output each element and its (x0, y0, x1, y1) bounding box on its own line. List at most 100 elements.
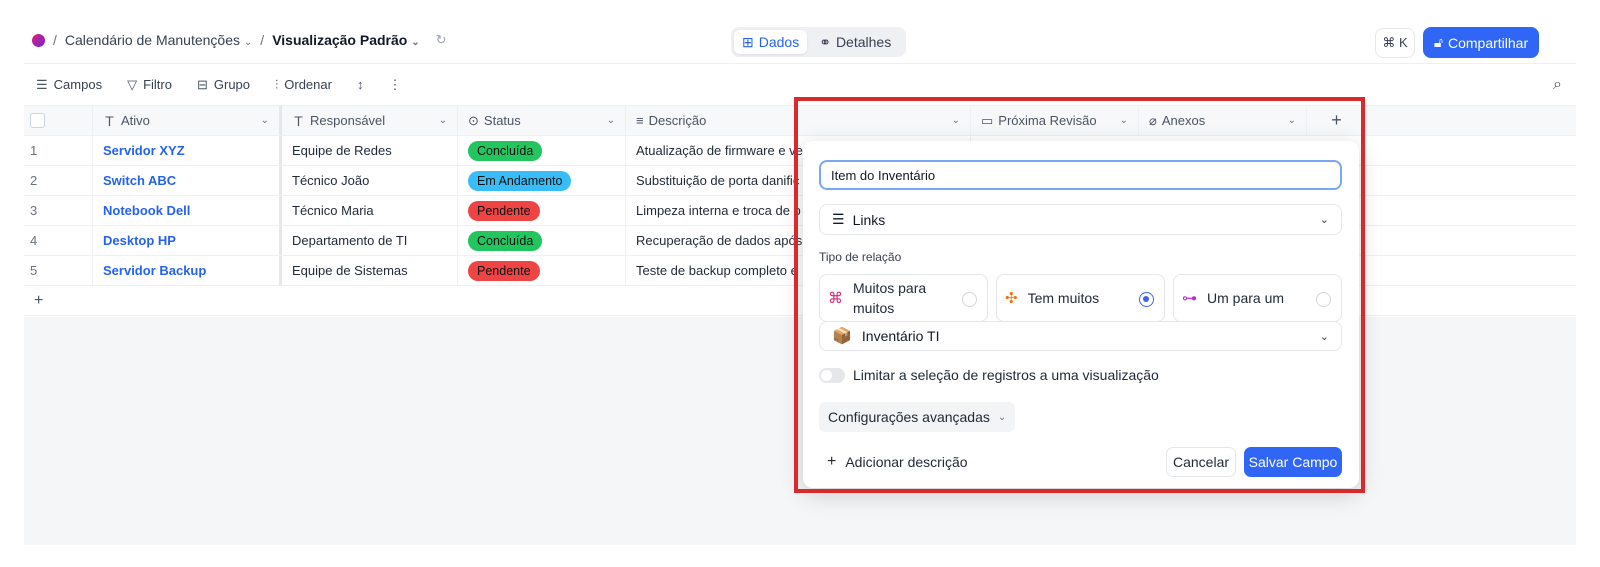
asset-link[interactable]: Notebook Dell (103, 203, 190, 218)
asset-link[interactable]: Desktop HP (103, 233, 176, 248)
relation-option-label: Muitos para muitos (853, 280, 927, 316)
chevron-down-icon: ⌄ (997, 411, 1007, 423)
view-toolbar: ☰ Campos ▽ Filtro ⊟ Grupo ⫶ Ordenar ↕ ⋮ (24, 64, 1576, 106)
filter-button[interactable]: ▽ Filtro (127, 77, 172, 93)
text-type-icon: Ｔ (103, 114, 117, 129)
relation-option-one-to-one[interactable]: ⊶ Um para um (1173, 274, 1342, 322)
breadcrumb-view[interactable]: Visualização Padrão ⌄ (272, 32, 419, 48)
add-column-button[interactable]: + (1307, 106, 1367, 135)
advanced-settings-button[interactable]: Configurações avançadas ⌄ (819, 402, 1016, 432)
status-badge: Concluída (468, 230, 543, 251)
breadcrumb-table[interactable]: Calendário de Manutenções ⌄ (65, 32, 252, 48)
column-header-label: Próxima Revisão (998, 113, 1097, 128)
view-toggle: ⊞ Dados ⚭ Detalhes (731, 27, 906, 57)
field-name-input[interactable] (819, 160, 1342, 190)
field-type-select[interactable]: ☰ Links ⌄ (819, 204, 1342, 235)
chevron-down-icon[interactable]: ⌄ (607, 115, 615, 126)
column-header-next-review[interactable]: ▭ Próxima Revisão ⌄ (971, 106, 1139, 135)
responsible-cell[interactable]: Técnico Maria (282, 196, 458, 225)
status-cell[interactable]: Pendente (458, 196, 626, 225)
field-config-modal: ☰ Links ⌄ Tipo de relação ⌘ Muitos para … (803, 141, 1359, 488)
asset-cell[interactable]: Servidor XYZ (93, 136, 282, 165)
status-cell[interactable]: Concluída (458, 136, 626, 165)
status-cell[interactable]: Concluída (458, 226, 626, 255)
status-badge: Em Andamento (468, 170, 572, 191)
asset-cell[interactable]: Servidor Backup (93, 256, 282, 285)
select-all-cell (24, 106, 93, 135)
asset-cell[interactable]: Desktop HP (93, 226, 282, 255)
more-options-button[interactable]: ⋮ (388, 77, 401, 93)
relation-option-has-many[interactable]: ✣ Tem muitos (996, 274, 1165, 322)
share-button[interactable]: 🔓︎ Compartilhar (1423, 27, 1539, 58)
column-header-asset[interactable]: Ｔ Ativo ⌄ (93, 106, 282, 135)
status-type-icon: ⊙ (468, 112, 479, 128)
limit-view-label: Limitar a seleção de registros a uma vis… (853, 367, 1159, 383)
limit-view-toggle[interactable] (819, 367, 845, 383)
responsible-cell[interactable]: Departamento de TI (282, 226, 458, 255)
chevron-down-icon[interactable]: ⌄ (1120, 115, 1128, 126)
sort-button[interactable]: ⫶ Ordenar (275, 77, 332, 93)
status-badge: Pendente (468, 260, 540, 281)
asset-cell[interactable]: Notebook Dell (93, 196, 282, 225)
save-field-button[interactable]: Salvar Campo (1244, 447, 1342, 477)
linked-table-select[interactable]: 📦 Inventário TI ⌄ (819, 321, 1342, 351)
status-cell[interactable]: Pendente (458, 256, 626, 285)
row-number: 4 (24, 226, 93, 255)
status-cell[interactable]: Em Andamento (458, 166, 626, 195)
tab-data[interactable]: ⊞ Dados (734, 30, 808, 54)
asset-link[interactable]: Servidor Backup (103, 263, 206, 278)
column-header-description[interactable]: ≡ Descrição ⌄ (626, 106, 971, 135)
row-height-icon: ↕ (356, 77, 364, 92)
asset-link[interactable]: Switch ABC (103, 173, 176, 188)
asset-link[interactable]: Servidor XYZ (103, 143, 185, 158)
chevron-down-icon[interactable]: ⌄ (439, 115, 447, 126)
column-header-label: Responsável (310, 113, 386, 128)
relation-type-label: Tipo de relação (819, 250, 902, 264)
asset-cell[interactable]: Switch ABC (93, 166, 282, 195)
fields-label: Campos (53, 77, 103, 92)
sort-label: Ordenar (284, 77, 332, 92)
breadcrumb-table-label: Calendário de Manutenções (64, 32, 241, 48)
breadcrumb: / Calendário de Manutenções ⌄ / Visualiz… (32, 32, 447, 48)
select-all-checkbox[interactable] (30, 113, 45, 128)
row-number: 5 (24, 256, 93, 285)
base-logo-icon[interactable] (32, 33, 45, 47)
chevron-down-icon[interactable]: ⌄ (1288, 115, 1296, 126)
column-header-status[interactable]: ⊙ Status ⌄ (458, 106, 626, 135)
responsible-cell[interactable]: Equipe de Sistemas (282, 256, 458, 285)
column-header-attachments[interactable]: ⌀ Anexos ⌄ (1139, 106, 1307, 135)
filter-label: Filtro (143, 77, 172, 92)
responsible-cell[interactable]: Técnico João (282, 166, 458, 195)
plus-icon: + (827, 453, 837, 470)
add-description-button[interactable]: + Adicionar descrição (827, 447, 968, 477)
radio-button-selected[interactable] (1139, 292, 1154, 307)
grid-icon: ⊞ (742, 33, 754, 50)
fields-button[interactable]: ☰ Campos (36, 77, 102, 93)
archive-icon: ⊟ (196, 76, 208, 92)
tab-details[interactable]: ⚭ Detalhes (811, 30, 899, 54)
responsible-cell[interactable]: Equipe de Redes (282, 136, 458, 165)
share-button-label: Compartilhar (1447, 34, 1529, 51)
group-button[interactable]: ⊟ Grupo (197, 77, 250, 93)
column-header-responsible[interactable]: Ｔ Responsável ⌄ (282, 106, 458, 135)
refresh-icon[interactable]: ↻ (436, 32, 447, 48)
status-badge: Concluída (468, 140, 543, 161)
relation-option-many-to-many[interactable]: ⌘ Muitos para muitos (819, 274, 988, 322)
row-height-button[interactable]: ↕ (357, 77, 364, 92)
relation-type-options: ⌘ Muitos para muitos ✣ Tem muitos ⊶ Um p… (819, 274, 1342, 322)
search-icon[interactable]: ⌕ (1553, 76, 1562, 94)
one-to-one-icon: ⊶ (1182, 290, 1197, 307)
command-palette-button[interactable]: ⌘ K (1375, 28, 1415, 58)
text-type-icon: Ｔ (292, 114, 306, 129)
cancel-button[interactable]: Cancelar (1166, 447, 1236, 477)
chevron-down-icon[interactable]: ⌄ (261, 115, 269, 126)
radio-button[interactable] (1316, 292, 1331, 307)
chevron-down-icon: ⌄ (243, 37, 253, 48)
chevron-down-icon[interactable]: ⌄ (952, 115, 960, 126)
radio-button[interactable] (962, 292, 977, 307)
tab-data-label: Dados (758, 34, 800, 50)
chevron-down-icon: ⌄ (411, 37, 420, 48)
add-description-label: Adicionar descrição (845, 454, 968, 470)
long-text-type-icon: ≡ (636, 113, 644, 128)
group-label: Grupo (213, 77, 251, 92)
